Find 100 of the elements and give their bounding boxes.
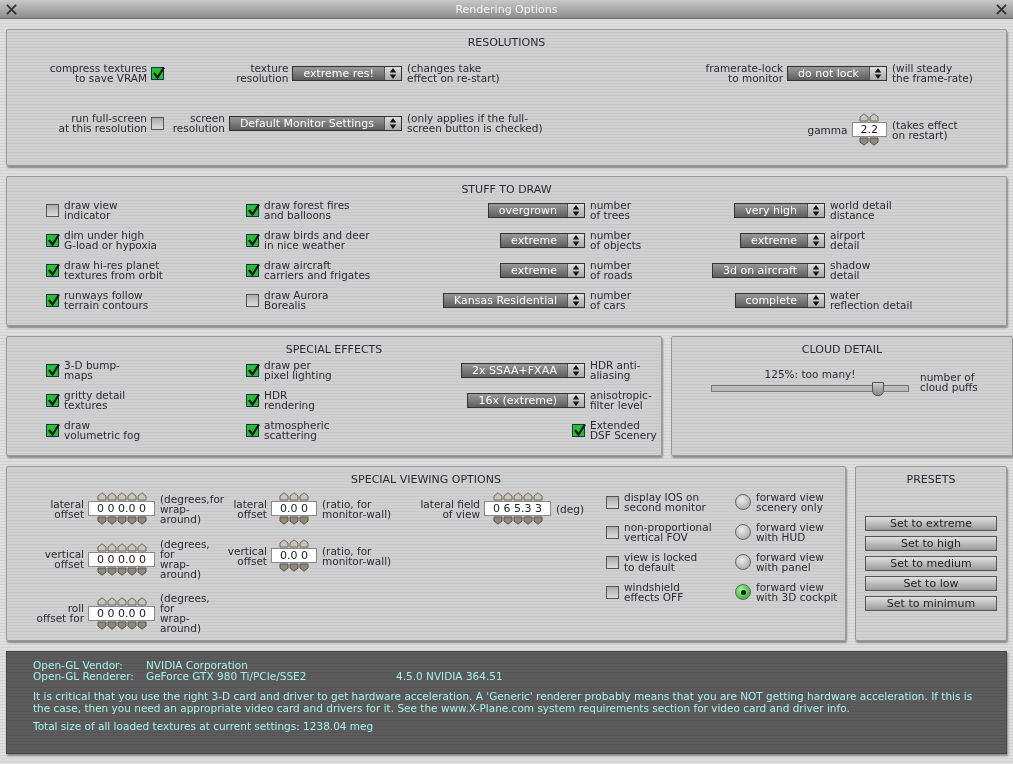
up-arrow-button[interactable] (106, 596, 117, 606)
up-arrow-button[interactable] (492, 492, 503, 501)
down-arrow-button[interactable] (126, 620, 137, 630)
number-field[interactable]: 0 0 0.0 0 (88, 605, 155, 621)
checkbox[interactable] (246, 423, 259, 437)
down-arrow-button[interactable] (106, 566, 117, 576)
down-arrow-button[interactable] (502, 516, 513, 525)
down-arrow-button[interactable] (96, 516, 107, 525)
checkbox[interactable] (572, 423, 585, 437)
checkbox[interactable] (151, 66, 164, 80)
down-arrow-button[interactable] (859, 137, 870, 146)
up-arrow-button[interactable] (126, 492, 137, 501)
radio-button[interactable] (735, 494, 751, 510)
up-arrow-button[interactable] (869, 113, 880, 122)
preset-button[interactable]: Set to low (865, 576, 997, 591)
down-arrow-button[interactable] (126, 566, 137, 576)
checkbox[interactable] (151, 116, 164, 130)
down-arrow-button[interactable] (136, 566, 147, 576)
dropdown[interactable]: Kansas Residential (442, 292, 585, 308)
down-arrow-button[interactable] (136, 516, 147, 525)
dropdown[interactable]: 2x SSAA+FXAA (461, 362, 585, 378)
checkbox[interactable] (46, 233, 59, 247)
up-arrow-button[interactable] (106, 542, 117, 552)
panel-title: SPECIAL VIEWING OPTIONS (350, 472, 502, 486)
down-arrow-button[interactable] (136, 620, 147, 630)
preset-button[interactable]: Set to medium (865, 556, 997, 571)
dropdown[interactable]: complete (734, 292, 825, 308)
up-arrow-button[interactable] (859, 113, 870, 122)
down-arrow-button[interactable] (116, 566, 127, 576)
up-arrow-button[interactable] (116, 542, 127, 552)
checkbox[interactable] (246, 203, 259, 217)
number-field[interactable]: 0.0 0 (271, 548, 317, 563)
down-arrow-button[interactable] (532, 516, 543, 525)
up-arrow-button[interactable] (126, 542, 137, 552)
up-arrow-button[interactable] (96, 492, 107, 501)
dropdown[interactable]: 3d on aircraft (711, 262, 825, 278)
dropdown[interactable]: extreme (500, 262, 585, 278)
up-arrow-button[interactable] (126, 596, 137, 606)
down-arrow-button[interactable] (96, 620, 107, 630)
checkbox[interactable] (246, 233, 259, 247)
up-arrow-button[interactable] (116, 492, 127, 501)
close-icon[interactable] (996, 3, 1007, 15)
dropdown[interactable]: extreme (740, 232, 825, 248)
up-arrow-button[interactable] (512, 492, 523, 501)
down-arrow-button[interactable] (492, 516, 503, 525)
preset-button[interactable]: Set to minimum (865, 596, 997, 611)
up-arrow-button[interactable] (136, 596, 147, 606)
down-arrow-button[interactable] (116, 620, 127, 630)
slider-thumb[interactable] (871, 382, 884, 396)
radio-button[interactable] (735, 524, 751, 540)
close-icon[interactable] (6, 3, 17, 15)
dropdown[interactable]: very high (734, 202, 825, 218)
up-arrow-button[interactable] (532, 492, 543, 501)
radio-button[interactable] (735, 584, 751, 600)
down-arrow-button[interactable] (116, 516, 127, 525)
preset-button[interactable]: Set to extreme (865, 516, 997, 531)
checkbox[interactable] (246, 293, 259, 307)
checkbox[interactable] (46, 363, 59, 377)
field-label: lateral offset (50, 498, 84, 519)
preset-button[interactable]: Set to high (865, 536, 997, 551)
checkbox[interactable] (246, 263, 259, 277)
up-arrow-button[interactable] (502, 492, 513, 501)
checkbox[interactable] (606, 585, 619, 599)
number-field[interactable]: 0 0 0.0 0 (88, 501, 155, 516)
up-arrow-button[interactable] (96, 542, 107, 552)
dropdown[interactable]: do not lock (787, 65, 887, 81)
up-arrow-button[interactable] (96, 596, 107, 606)
dropdown[interactable]: extreme (500, 232, 585, 248)
checkbox[interactable] (246, 393, 259, 407)
option-label: draw forest fires and balloons (264, 200, 350, 220)
dropdown[interactable]: 16x (extreme) (467, 392, 585, 408)
down-arrow-button[interactable] (512, 516, 523, 525)
checkbox[interactable] (606, 495, 619, 509)
down-arrow-button[interactable] (96, 566, 107, 576)
down-arrow-button[interactable] (126, 516, 137, 525)
down-arrow-button[interactable] (869, 137, 880, 146)
dropdown[interactable]: Default Monitor Settings (228, 115, 402, 131)
radio-button[interactable] (735, 554, 751, 570)
checkbox[interactable] (46, 263, 59, 277)
checkbox[interactable] (46, 203, 59, 217)
up-arrow-button[interactable] (136, 492, 147, 501)
dropdown[interactable]: overgrown (487, 202, 585, 218)
down-arrow-button[interactable] (106, 516, 117, 525)
number-field[interactable]: 0 0 0.0 0 (88, 551, 155, 567)
number-field[interactable]: 2.2 (851, 122, 887, 137)
checkbox[interactable] (46, 423, 59, 437)
up-arrow-button[interactable] (522, 492, 533, 501)
checkbox[interactable] (606, 555, 619, 569)
up-arrow-button[interactable] (136, 542, 147, 552)
checkbox[interactable] (46, 393, 59, 407)
up-arrow-button[interactable] (106, 492, 117, 501)
checkbox[interactable] (46, 293, 59, 307)
checkbox[interactable] (606, 525, 619, 539)
up-arrow-button[interactable] (116, 596, 127, 606)
down-arrow-button[interactable] (106, 620, 117, 630)
number-field[interactable]: 0 6 5.3 3 (484, 501, 551, 516)
dropdown[interactable]: extreme res! (292, 65, 402, 81)
down-arrow-button[interactable] (522, 516, 533, 525)
checkbox[interactable] (246, 363, 259, 377)
number-field[interactable]: 0.0 0 (271, 501, 317, 516)
